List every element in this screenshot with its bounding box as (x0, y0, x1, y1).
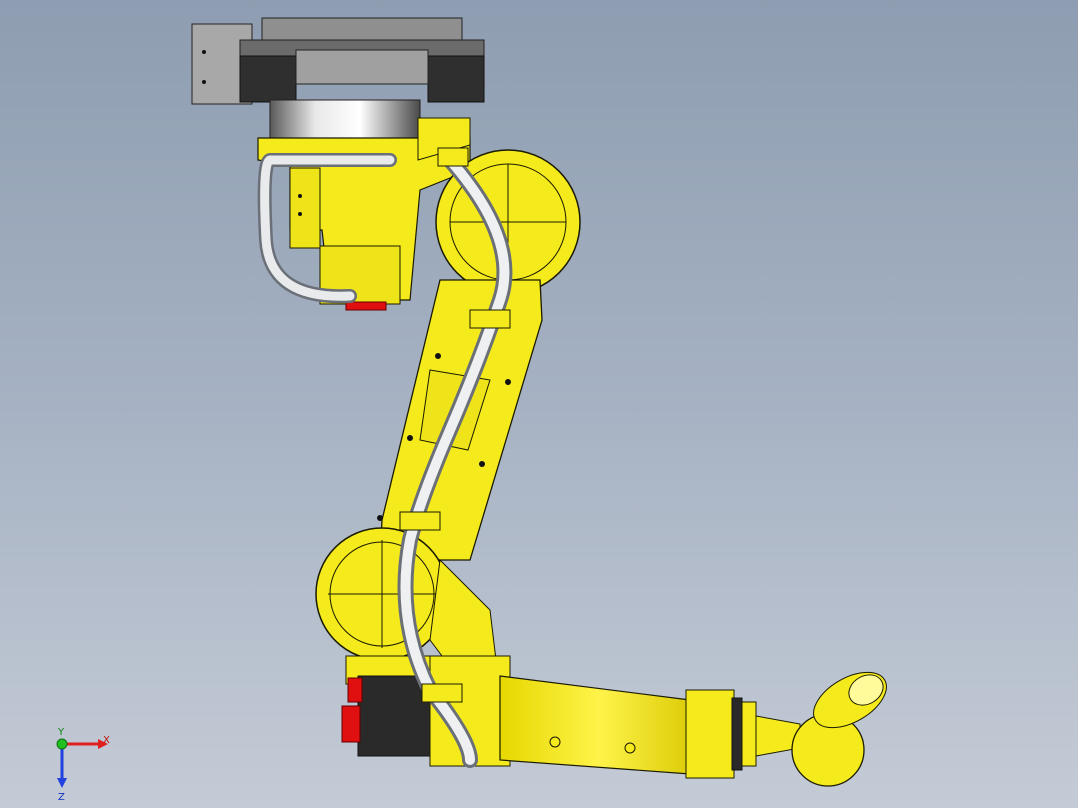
robot-model-view[interactable]: X Y Z (0, 0, 1078, 808)
z-axis-label: Z (58, 792, 65, 803)
y-axis-dot (56, 738, 68, 750)
x-axis-label: X (103, 735, 110, 746)
cad-viewport[interactable]: X Y Z (0, 0, 1078, 808)
robot-wrist[interactable] (755, 661, 896, 787)
y-axis-label: Y (57, 727, 65, 738)
robot-forearm[interactable] (499, 675, 757, 779)
coordinate-triad: X Y Z (56, 727, 110, 803)
